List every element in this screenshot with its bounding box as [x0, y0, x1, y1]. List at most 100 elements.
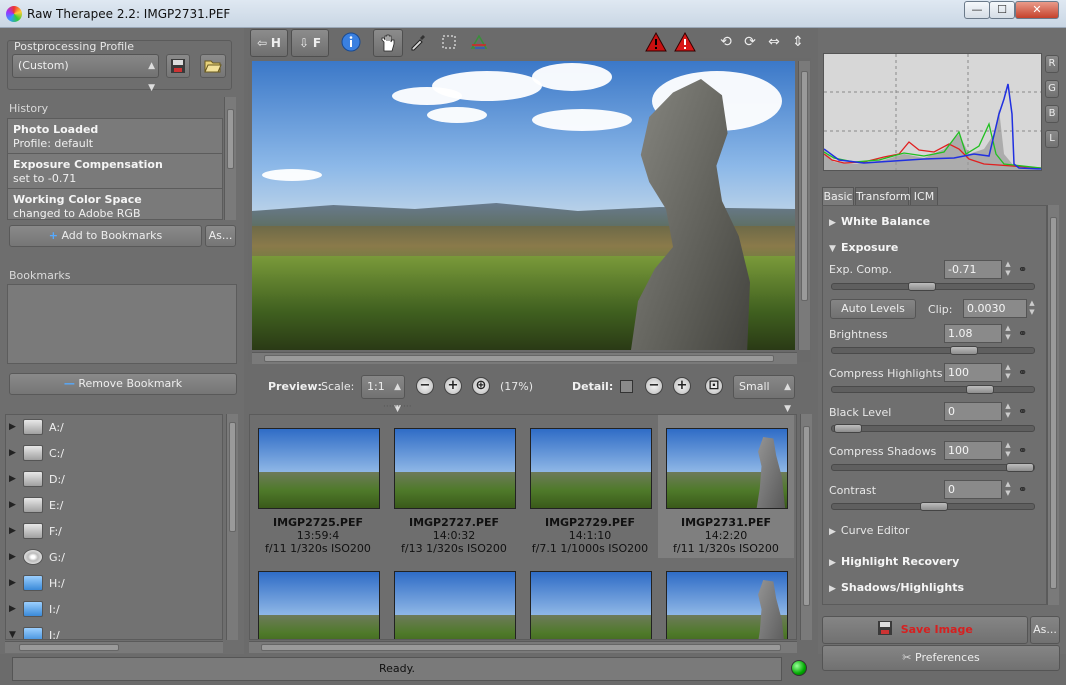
history-item[interactable]: Working Color Space changed to Adobe RGB	[8, 189, 222, 219]
drive-item[interactable]: ▶ A:/	[6, 415, 222, 441]
filmstrip[interactable]: IMGP2725.PEF 13:59:4 f/11 1/320s ISO200 …	[249, 414, 797, 640]
thumbnail-image[interactable]	[530, 428, 652, 509]
thumbnail-image[interactable]	[394, 571, 516, 639]
histogram-blue-toggle[interactable]: B	[1045, 105, 1059, 123]
slider-knob[interactable]	[1006, 463, 1034, 472]
reset-link-icon[interactable]: ⚭	[1018, 483, 1032, 496]
filmstrip-hscrollbar[interactable]	[249, 641, 797, 653]
zoom-out-button[interactable]: −	[416, 377, 434, 395]
compress-shadows-slider[interactable]	[831, 463, 1035, 472]
scrollbar-thumb[interactable]	[19, 644, 119, 651]
rotate-left-button[interactable]: ⟲	[716, 29, 736, 57]
expand-arrow-icon[interactable]: ▶	[9, 526, 16, 536]
spin-arrows-icon[interactable]: ▲ ▼	[1003, 363, 1013, 382]
color-picker-button[interactable]	[405, 29, 431, 57]
rotate-right-button[interactable]: ⟳	[740, 29, 760, 57]
tab-icm[interactable]: ICM	[910, 187, 938, 205]
load-profile-button[interactable]	[200, 54, 226, 78]
scale-select[interactable]: 1:1 ▲ ▼	[361, 375, 405, 414]
detail-checkbox[interactable]	[620, 380, 633, 393]
image-preview[interactable]	[252, 61, 795, 350]
shadow-clipping-warning-icon[interactable]	[645, 32, 667, 52]
histogram-green-toggle[interactable]: G	[1045, 80, 1059, 98]
save-as-button[interactable]: As...	[1030, 616, 1060, 644]
thumbnail-cell[interactable]	[386, 558, 522, 639]
minimize-button[interactable]: —	[964, 1, 990, 19]
reset-link-icon[interactable]: ⚭	[1018, 263, 1032, 276]
spin-arrows-icon[interactable]: ▲ ▼	[1003, 324, 1013, 343]
thumbnail-cell[interactable]: IMGP2729.PEF 14:1:10 f/7.1 1/1000s ISO20…	[522, 415, 658, 558]
remove-bookmark-button[interactable]: — Remove Bookmark	[9, 373, 237, 395]
thumbnail-image[interactable]	[530, 571, 652, 639]
thumbnail-image[interactable]	[258, 571, 380, 639]
slider-knob[interactable]	[908, 282, 936, 291]
spin-arrows-icon[interactable]: ▲ ▼	[1003, 260, 1013, 279]
flip-horizontal-button[interactable]: ⇔	[764, 29, 784, 57]
profile-select[interactable]: (Custom) ▲ ▼	[12, 54, 159, 93]
drive-item[interactable]: ▶ F:/	[6, 519, 222, 545]
save-profile-button[interactable]	[166, 54, 190, 78]
drive-item[interactable]: ▶ C:/	[6, 441, 222, 467]
scrollbar-thumb[interactable]	[803, 426, 810, 606]
preview-vscrollbar[interactable]	[798, 61, 810, 350]
expand-arrow-icon[interactable]: ▶	[9, 604, 16, 614]
close-button[interactable]: ✕	[1015, 1, 1059, 19]
expand-arrow-icon[interactable]: ▶	[9, 474, 16, 484]
white-balance-section[interactable]: ▶ White Balance	[829, 215, 930, 228]
exp-comp-input[interactable]: -0.71	[944, 260, 1002, 279]
drive-item[interactable]: ▶ I:/	[6, 597, 222, 623]
compress-highlights-slider[interactable]	[831, 385, 1035, 394]
thumbnail-cell[interactable]	[658, 558, 794, 639]
expand-arrow-icon[interactable]: ▶	[9, 500, 16, 510]
expand-arrow-icon[interactable]: ▶	[9, 422, 16, 432]
save-image-button[interactable]: Save Image	[822, 616, 1028, 644]
compress-highlights-input[interactable]: 100	[944, 363, 1002, 382]
add-to-bookmarks-button[interactable]: + Add to Bookmarks	[9, 225, 202, 247]
history-item[interactable]: Photo Loaded Profile: default	[8, 119, 222, 154]
expand-arrow-icon[interactable]: ▶	[9, 448, 16, 458]
tab-transform[interactable]: Transform	[855, 187, 911, 205]
reset-link-icon[interactable]: ⚭	[1018, 366, 1032, 379]
history-item[interactable]: Exposure Compensation set to -0.71	[8, 154, 222, 189]
compress-shadows-input[interactable]: 100	[944, 441, 1002, 460]
detail-zoom-out-button[interactable]: −	[645, 377, 663, 395]
black-level-slider[interactable]	[831, 424, 1035, 433]
auto-levels-button[interactable]: Auto Levels	[830, 299, 916, 319]
scrollbar-thumb[interactable]	[261, 644, 781, 651]
detail-zoom-100-button[interactable]: ⊡	[705, 377, 723, 395]
scrollbar-thumb[interactable]	[229, 422, 236, 532]
shadows-highlights-section[interactable]: ▶ Shadows/Highlights	[829, 581, 964, 594]
drive-item[interactable]: ▶ G:/	[6, 545, 222, 571]
maximize-button[interactable]: ☐	[989, 1, 1015, 19]
thumbnail-cell[interactable]: IMGP2727.PEF 14:0:32 f/13 1/320s ISO200	[386, 415, 522, 558]
history-scrollbar[interactable]	[224, 97, 236, 220]
histogram-red-toggle[interactable]: R	[1045, 55, 1059, 73]
expand-arrow-icon[interactable]: ▶	[9, 552, 16, 562]
filmstrip-vscrollbar[interactable]	[800, 414, 812, 640]
preview-hscrollbar[interactable]	[252, 352, 797, 364]
tools-scrollbar[interactable]	[1047, 205, 1059, 605]
drive-tree[interactable]: ▶ A:/ ▶ C:/ ▶ D:/ ▶ E:/ ▶ F:/ ▶ G:/ ▶ H:/ ▶ I:/ …	[5, 414, 223, 640]
hide-filmstrip-button[interactable]: ⇩ F	[291, 29, 329, 57]
thumbnail-cell-selected[interactable]: IMGP2731.PEF 14:2:20 f/11 1/320s ISO200	[658, 415, 794, 558]
curve-editor-section[interactable]: ▶ Curve Editor	[829, 524, 909, 537]
spin-arrows-icon[interactable]: ▲ ▼	[1027, 299, 1037, 318]
expand-arrow-icon[interactable]: ▼	[9, 630, 16, 639]
slider-knob[interactable]	[950, 346, 978, 355]
reset-link-icon[interactable]: ⚭	[1018, 327, 1032, 340]
scrollbar-thumb[interactable]	[227, 109, 234, 169]
bookmark-as-button[interactable]: As...	[205, 225, 236, 247]
scrollbar-thumb[interactable]	[1050, 217, 1057, 589]
flip-vertical-button[interactable]: ⇕	[788, 29, 808, 57]
histogram-luminance-toggle[interactable]: L	[1045, 130, 1059, 148]
thumbnail-image[interactable]	[258, 428, 380, 509]
straighten-button[interactable]	[466, 29, 492, 57]
splitter-handle[interactable]: ··········	[383, 402, 412, 412]
drive-item[interactable]: ▶ H:/	[6, 571, 222, 597]
brightness-slider[interactable]	[831, 346, 1035, 355]
drive-item[interactable]: ▼ J:/	[6, 623, 222, 639]
reset-link-icon[interactable]: ⚭	[1018, 444, 1032, 457]
info-button[interactable]	[338, 29, 364, 57]
thumbnail-image[interactable]	[666, 428, 788, 509]
slider-knob[interactable]	[834, 424, 862, 433]
